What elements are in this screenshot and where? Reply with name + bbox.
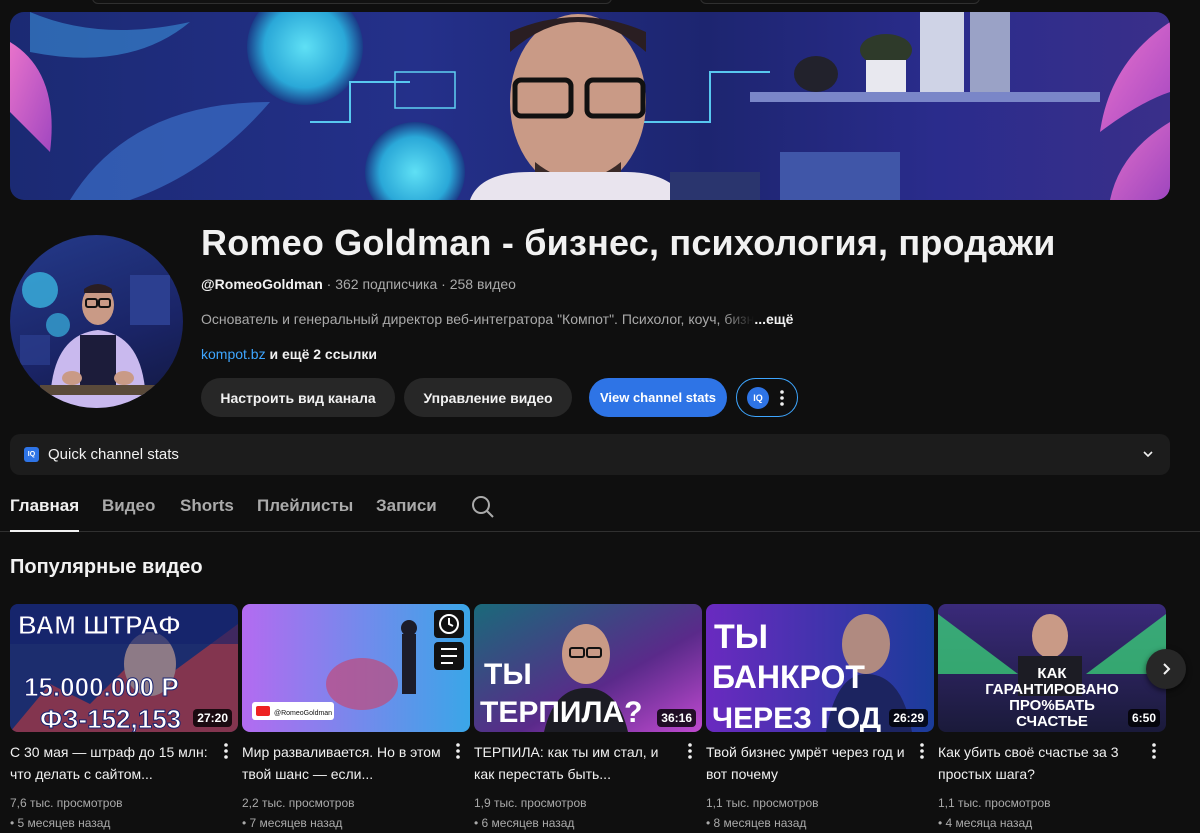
thumb-text: ПРО%БАТЬ <box>1009 697 1095 714</box>
video-title[interactable]: Как убить своё счастье за 3 простых шага… <box>938 741 1143 785</box>
video-published: • 7 месяцев назад <box>242 816 343 830</box>
video-card[interactable]: ТЫ ТЕРПИЛА? 36:16 ТЕРПИЛА: как ты им ста… <box>474 604 702 830</box>
thumb-text: СЧАСТЬЕ <box>1016 713 1088 730</box>
video-published: • 4 месяца назад <box>938 816 1033 830</box>
video-card[interactable]: @RomeoGoldman Мир разваливается. Но в эт… <box>242 604 470 830</box>
tab-posts[interactable]: Записи <box>376 496 437 516</box>
channel-title: Romeo Goldman - бизнес, психология, прод… <box>201 222 1056 263</box>
thumb-text: @RomeoGoldman <box>274 710 332 717</box>
thumb-text: ТЕРПИЛА? <box>480 696 643 729</box>
top-bar-remnant <box>0 0 1200 6</box>
thumb-text: ЧЕРЕЗ ГОД <box>712 702 881 732</box>
video-thumbnail[interactable]: ТЫ БАНКРОТ ЧЕРЕЗ ГОД 26:29 <box>706 604 934 732</box>
carousel-next-button[interactable] <box>1146 649 1186 689</box>
description-text: Основатель и генеральный директор веб-ин… <box>201 311 725 327</box>
iq-logo-icon: IQ <box>24 447 39 462</box>
video-views: 1,1 тыс. просмотров <box>938 796 1051 810</box>
thumb-text: 15.000.000 Р <box>24 672 179 702</box>
more-links[interactable]: и ещё 2 ссылки <box>266 346 377 362</box>
thumb-text: ТЫ <box>714 618 768 656</box>
tab-shorts[interactable]: Shorts <box>180 496 234 516</box>
video-views: 1,1 тыс. просмотров <box>706 796 819 810</box>
video-thumbnail[interactable]: КАК ГАРАНТИРОВАНО ПРО%БАТЬ СЧАСТЬЕ 6:50 <box>938 604 1166 732</box>
more-vert-icon[interactable] <box>686 742 694 760</box>
video-published: • 5 месяцев назад <box>10 816 111 830</box>
video-published: • 6 месяцев назад <box>474 816 575 830</box>
more-vert-icon[interactable] <box>222 742 230 760</box>
iq-menu-button[interactable]: IQ <box>736 378 798 417</box>
video-card[interactable]: ВАМ ШТРАФ 15.000.000 Р ФЗ-152,153 27:20 … <box>10 604 238 830</box>
thumb-text: КАК <box>1037 665 1067 682</box>
more-vert-icon[interactable] <box>1150 742 1158 760</box>
video-views: 7,6 тыс. просмотров <box>10 796 123 810</box>
thumb-text: БАНКРОТ <box>712 659 865 695</box>
tab-home[interactable]: Главная <box>10 496 80 532</box>
tab-playlists[interactable]: Плейлисты <box>257 496 353 516</box>
chevron-right-icon <box>1163 663 1171 675</box>
video-title[interactable]: Твой бизнес умрёт через год и вот почему <box>706 741 911 785</box>
video-thumbnail[interactable]: ТЫ ТЕРПИЛА? 36:16 <box>474 604 702 732</box>
video-title[interactable]: ТЕРПИЛА: как ты им стал, и как перестать… <box>474 741 679 785</box>
thumb-text: ФЗ-152,153 <box>40 704 181 732</box>
video-duration: 36:16 <box>657 709 696 727</box>
video-card[interactable]: КАК ГАРАНТИРОВАНО ПРО%БАТЬ СЧАСТЬЕ 6:50 … <box>938 604 1166 830</box>
channel-tabs: Главная Видео Shorts Плейлисты Записи <box>0 494 1200 532</box>
channel-description[interactable]: Основатель и генеральный директор веб-ин… <box>201 311 793 327</box>
video-title[interactable]: С 30 мая — штраф до 15 млн: что делать с… <box>10 741 215 785</box>
search-box-edge[interactable] <box>92 0 612 4</box>
tab-videos[interactable]: Видео <box>102 496 155 516</box>
channel-meta: @RomeoGoldman · 362 подписчика · 258 вид… <box>201 276 516 292</box>
video-duration: 27:20 <box>193 709 232 727</box>
video-views: 1,9 тыс. просмотров <box>474 796 587 810</box>
manage-videos-button[interactable]: Управление видео <box>404 378 572 417</box>
more-vert-icon[interactable] <box>918 742 926 760</box>
channel-links: kompot.bz и ещё 2 ссылки <box>201 346 377 362</box>
video-duration: 26:29 <box>889 709 928 727</box>
search-icon[interactable] <box>470 494 496 520</box>
video-thumbnail[interactable]: ВАМ ШТРАФ 15.000.000 Р ФЗ-152,153 27:20 <box>10 604 238 732</box>
channel-link[interactable]: kompot.bz <box>201 346 266 362</box>
quick-stats-label: Quick channel stats <box>48 446 179 463</box>
channel-handle: @RomeoGoldman <box>201 276 323 292</box>
video-duration: 6:50 <box>1127 709 1160 727</box>
view-channel-stats-button[interactable]: View channel stats <box>589 378 727 417</box>
chevron-down-icon[interactable] <box>1140 446 1156 462</box>
channel-stats: · 362 подписчика · 258 видео <box>322 276 516 292</box>
iq-badge-icon: IQ <box>747 386 769 409</box>
thumb-text: ТЫ <box>484 658 532 691</box>
quick-channel-stats-panel[interactable]: IQ Quick channel stats <box>10 434 1170 475</box>
video-thumbnail[interactable]: @RomeoGoldman <box>242 604 470 732</box>
thumb-text: ВАМ ШТРАФ <box>18 610 181 640</box>
video-views: 2,2 тыс. просмотров <box>242 796 355 810</box>
thumb-text: ГАРАНТИРОВАНО <box>985 681 1119 698</box>
header-controls-edge <box>700 0 980 4</box>
video-title[interactable]: Мир разваливается. Но в этом твой шанс —… <box>242 741 447 785</box>
channel-banner <box>10 12 1170 200</box>
more-vert-icon[interactable] <box>454 742 462 760</box>
description-fade: бизн <box>724 311 755 327</box>
channel-avatar[interactable] <box>10 235 183 408</box>
description-more-link[interactable]: ...ещё <box>754 311 793 327</box>
section-title: Популярные видео <box>10 556 203 578</box>
video-card[interactable]: ТЫ БАНКРОТ ЧЕРЕЗ ГОД 26:29 Твой бизнес у… <box>706 604 934 830</box>
more-vert-icon <box>780 389 784 406</box>
customize-channel-button[interactable]: Настроить вид канала <box>201 378 395 417</box>
video-published: • 8 месяцев назад <box>706 816 807 830</box>
